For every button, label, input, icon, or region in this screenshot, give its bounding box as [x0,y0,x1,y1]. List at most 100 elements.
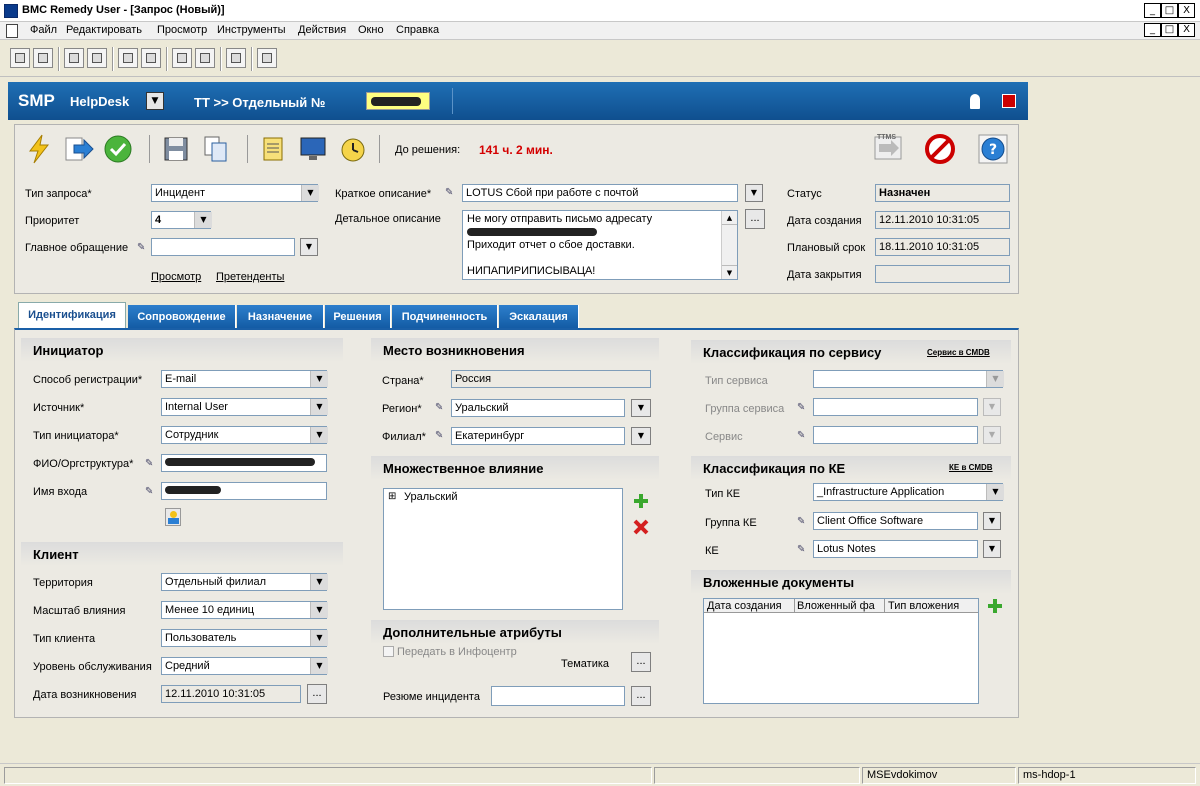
save-check-icon[interactable] [101,132,135,166]
forward-arrow-icon[interactable] [62,132,96,166]
chevron-down-icon[interactable]: ▼ [300,238,318,256]
floppy-save-icon[interactable] [159,132,193,166]
menu-window[interactable]: Окно [358,24,384,36]
report-icon[interactable] [226,48,246,68]
chevron-down-icon[interactable]: ▼ [983,540,1001,558]
child-restore-button[interactable]: □ [1161,23,1178,37]
service-cmdb-link[interactable]: Сервис в CMDB [927,348,990,357]
chevron-down-icon[interactable]: ▼ [983,426,1001,444]
occurred-field[interactable]: 12.11.2010 10:31:05 [161,685,301,703]
chevron-down-icon[interactable]: ▼ [310,574,328,590]
tab-subordination[interactable]: Подчиненность [392,305,498,329]
menu-view[interactable]: Просмотр [157,24,207,36]
home-icon[interactable] [10,48,30,68]
column-header[interactable]: Вложенный фа [797,600,875,612]
scale-select[interactable]: Менее 10 единиц [161,601,327,619]
tree-item-region[interactable]: Уральский [404,491,457,503]
menu-help[interactable]: Справка [396,24,439,36]
pencil-icon[interactable]: ✎ [145,487,155,497]
tab-solutions[interactable]: Решения [325,305,391,329]
tab-identification[interactable]: Идентификация [18,302,126,329]
pencil-icon[interactable]: ✎ [797,545,807,555]
resume-field[interactable] [491,686,625,706]
new-request-icon[interactable] [64,48,84,68]
menu-edit[interactable]: Редактировать [66,24,142,36]
branch-field[interactable]: Екатеринбург [451,427,625,445]
occurred-picker-button[interactable]: ... [307,684,327,704]
region-field[interactable]: Уральский [451,399,625,417]
user-lookup-icon[interactable] [165,508,181,526]
chevron-down-icon[interactable]: ▼ [310,399,328,415]
print-preview-icon[interactable] [195,48,215,68]
child-minimize-button[interactable]: _ [1144,23,1161,37]
chevron-down-icon[interactable]: ▼ [310,630,328,646]
pencil-icon[interactable]: ✎ [797,403,807,413]
add-attachment-icon[interactable] [987,598,1003,614]
chevron-down-icon[interactable]: ▼ [310,658,328,674]
chevron-down-icon[interactable]: ▼ [986,371,1004,387]
delete-icon[interactable] [633,519,649,535]
tab-assignment[interactable]: Назначение [237,305,324,329]
chevron-down-icon[interactable]: ▼ [310,427,328,443]
reg-method-select[interactable]: E-mail [161,370,327,388]
main-request-field[interactable] [151,238,295,256]
pencil-icon[interactable]: ✎ [435,431,445,441]
details-expand-button[interactable]: ... [745,209,765,229]
close-button[interactable]: X [1178,3,1195,18]
pencil-icon[interactable]: ✎ [797,431,807,441]
chevron-down-icon[interactable]: ▼ [310,602,328,618]
chevron-down-icon[interactable]: ▼ [631,399,651,417]
ttms-icon[interactable]: TTMS [871,131,905,165]
pencil-icon[interactable]: ✎ [145,459,155,469]
ke-type-select[interactable]: _Infrastructure Application [813,483,1003,501]
column-header[interactable]: Тип вложения [888,600,959,612]
details-scrollbar[interactable]: ▲ ▼ [721,211,737,279]
service-level-select[interactable]: Средний [161,657,327,675]
notes-icon[interactable] [256,132,290,166]
search-request-icon[interactable] [87,48,107,68]
service-group-field[interactable] [813,398,978,416]
add-icon[interactable] [633,493,649,509]
user-icon[interactable] [970,94,980,109]
initiator-type-select[interactable]: Сотрудник [161,426,327,444]
pencil-icon[interactable]: ✎ [435,403,445,413]
monitor-icon[interactable] [296,132,330,166]
chevron-down-icon[interactable]: ▼ [983,398,1001,416]
chevron-down-icon[interactable]: ▼ [983,512,1001,530]
tab-support[interactable]: Сопровождение [128,305,236,329]
modify-all-icon[interactable] [141,48,161,68]
tree-expand-icon[interactable]: ⊞ [388,491,396,502]
infocenter-checkbox[interactable] [383,646,394,657]
context-help-icon[interactable] [257,48,277,68]
chevron-down-icon[interactable]: ▼ [194,212,212,228]
copy-request-icon[interactable] [199,132,233,166]
menu-actions[interactable]: Действия [298,24,346,36]
service-type-select[interactable] [813,370,1003,388]
chevron-down-icon[interactable]: ▼ [745,184,763,202]
chevron-down-icon[interactable]: ▼ [631,427,651,445]
minimize-button[interactable]: _ [1144,3,1161,18]
candidates-link[interactable]: Претенденты [216,271,284,283]
lightning-icon[interactable] [22,132,56,166]
pencil-icon[interactable]: ✎ [445,188,455,198]
product-dropdown[interactable]: ▼ [146,92,164,110]
child-close-button[interactable]: X [1178,23,1195,37]
column-header[interactable]: Дата создания [707,600,782,612]
open-form-icon[interactable] [33,48,53,68]
maximize-button[interactable]: □ [1161,3,1178,18]
attachments-table[interactable]: Дата создания Вложенный фа Тип вложения [703,598,979,704]
client-type-select[interactable]: Пользователь [161,629,327,647]
impact-tree[interactable]: ⊞ Уральский [383,488,623,610]
request-type-select[interactable]: Инцидент [151,184,318,202]
menu-tools[interactable]: Инструменты [217,24,286,36]
resume-picker-button[interactable]: ... [631,686,651,706]
fio-field[interactable] [161,454,327,472]
territory-select[interactable]: Отдельный филиал [161,573,327,591]
view-link[interactable]: Просмотр [151,271,201,283]
exit-icon[interactable] [1002,94,1016,108]
cancel-icon[interactable] [923,132,957,166]
details-textarea[interactable]: Не могу отправить письмо адресату Приход… [462,210,738,280]
ke-group-field[interactable]: Client Office Software [813,512,978,530]
service-field[interactable] [813,426,978,444]
chevron-down-icon[interactable]: ▼ [301,185,319,201]
